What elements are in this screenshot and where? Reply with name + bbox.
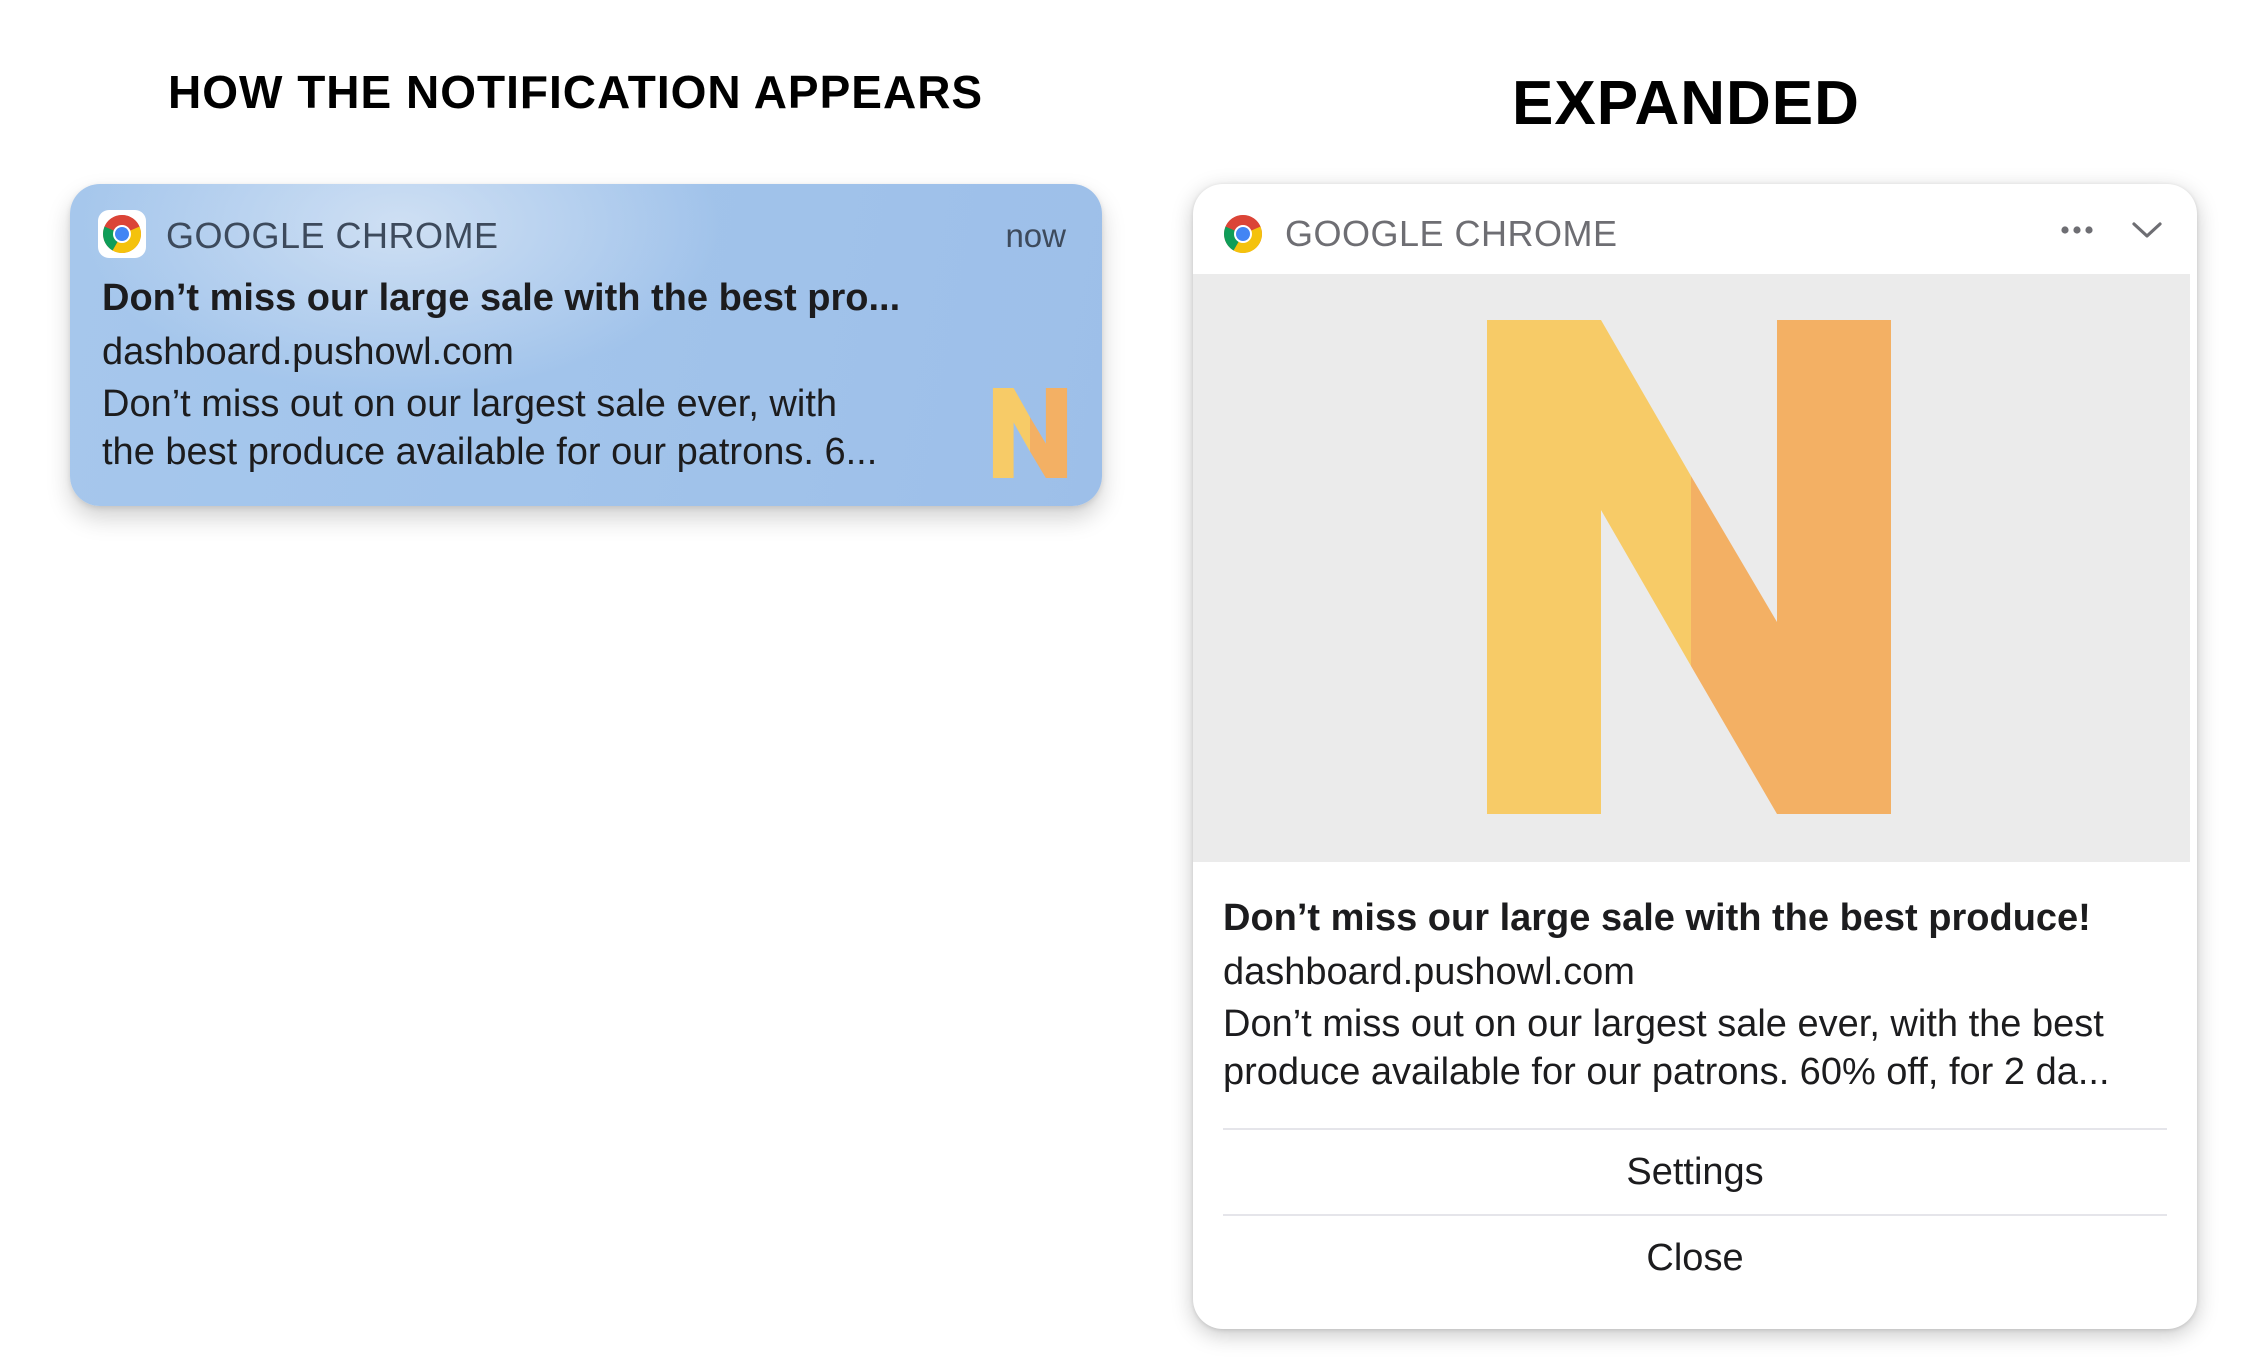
notification-domain: dashboard.pushowl.com [1223,951,1635,993]
notification-body: Don’t miss out on our largest sale ever,… [1223,1000,2167,1096]
notification-body: Don’t miss out on our largest sale ever,… [102,380,982,476]
n-logo-thumbnail [992,388,1068,478]
collapse-button[interactable] [2125,208,2169,252]
body-line-1: Don’t miss out on our largest sale ever,… [1223,1003,2104,1045]
expanded-heading: EXPANDED [1512,69,1860,138]
more-options-button[interactable] [2055,208,2099,252]
notification-banner[interactable]: GOOGLE CHROME now Don’t miss our large s… [70,184,1102,506]
notification-title: Don’t miss our large sale with the best … [102,277,901,319]
body-line-1: Don’t miss out on our largest sale ever,… [102,383,838,425]
close-button[interactable]: Close [1223,1216,2167,1300]
app-name: GOOGLE CHROME [166,215,499,256]
notification-time: now [1005,217,1066,254]
notification-domain: dashboard.pushowl.com [102,331,514,373]
chevron-down-icon [2132,222,2162,238]
body-line-2: produce available for our patrons. 60% o… [1223,1051,2110,1093]
expanded-notification[interactable]: GOOGLE CHROME Don’t miss our large sale … [1193,184,2197,1329]
app-name: GOOGLE CHROME [1285,213,1618,254]
settings-button[interactable]: Settings [1223,1130,2167,1214]
collapsed-heading: HOW THE NOTIFICATION APPEARS [168,66,984,118]
ellipsis-icon [2061,226,2093,234]
n-logo-image [1487,320,1891,814]
body-line-2: the best produce available for our patro… [102,431,878,473]
notification-image [1193,274,2190,862]
chrome-logo-icon [98,210,146,258]
chrome-logo-icon [1219,210,1267,258]
notification-title: Don’t miss our large sale with the best … [1223,897,2091,939]
